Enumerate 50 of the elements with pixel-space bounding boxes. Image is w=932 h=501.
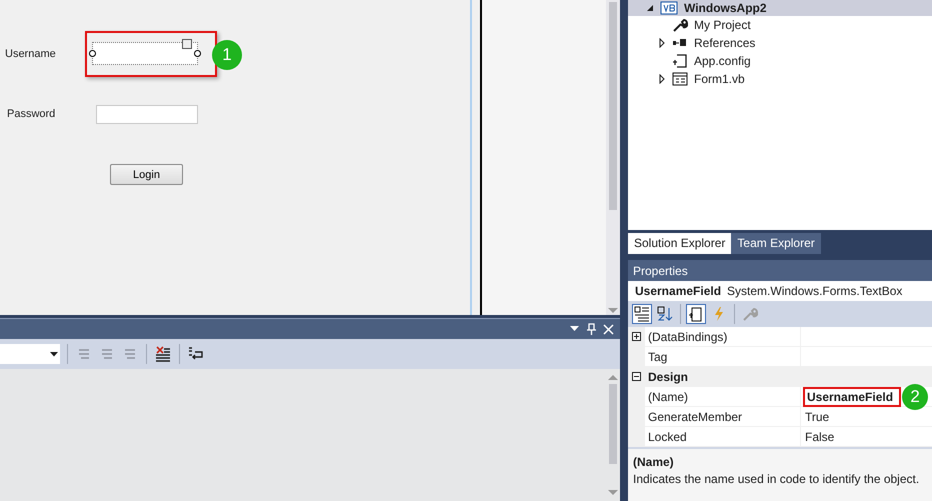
field-label: Username (5, 48, 56, 60)
login-button[interactable]: Login (110, 164, 183, 185)
expander-icon[interactable] (658, 74, 666, 84)
property-name[interactable]: Tag (645, 347, 801, 366)
panel-tab[interactable]: Team Explorer (731, 233, 821, 254)
property-name[interactable]: (DataBindings) (645, 327, 801, 346)
tree-item[interactable]: References (628, 34, 932, 52)
field-label: Password (7, 108, 56, 120)
property-value[interactable]: False (803, 428, 836, 444)
object-name: UsernameField (635, 284, 722, 298)
word-wrap-icon[interactable] (187, 346, 205, 362)
clear-all-icon[interactable] (154, 346, 172, 362)
scrollbar[interactable] (606, 0, 620, 315)
property-value[interactable]: True (803, 408, 832, 424)
list-icon (634, 306, 650, 322)
tree-item[interactable]: WindowsApp2 (628, 0, 932, 16)
resize-handle[interactable] (194, 50, 201, 57)
sort-icon (657, 306, 673, 322)
categorized-button[interactable] (632, 304, 652, 324)
properties-button[interactable] (686, 304, 706, 324)
dropdown-icon[interactable] (570, 326, 579, 332)
tree-item[interactable]: My Project (628, 16, 932, 34)
description-title: (Name) (633, 455, 675, 469)
page-icon (688, 306, 704, 322)
callout-badge: 1 (212, 40, 242, 70)
form-file-icon (672, 72, 688, 86)
expander-icon[interactable] (632, 372, 641, 381)
description-text: Indicates the name used in code to identify the object. (633, 472, 920, 486)
callout-badge: 2 (902, 384, 928, 410)
expander-icon[interactable] (632, 332, 641, 341)
caret-icon (50, 352, 58, 356)
property-name[interactable]: GenerateMember (645, 407, 801, 426)
object-type: System.Windows.Forms.TextBox (727, 284, 902, 298)
property-name[interactable]: (Name) (645, 387, 801, 406)
property-value[interactable]: UsernameField (803, 386, 902, 406)
config-file-icon (672, 54, 688, 68)
tree-item[interactable]: Form1.vb (628, 70, 932, 88)
close-icon[interactable] (603, 324, 614, 334)
resize-handle[interactable] (89, 50, 96, 57)
wrench-icon (742, 306, 758, 322)
property-name[interactable]: Locked (645, 427, 801, 446)
text-field[interactable] (92, 42, 198, 65)
panel-tab[interactable]: Solution Explorer (628, 233, 732, 254)
panel-title: Properties (628, 260, 932, 281)
expander-icon[interactable] (658, 38, 666, 48)
smart-tag-icon[interactable] (182, 39, 192, 49)
tree-item[interactable]: App.config (628, 52, 932, 70)
pin-icon[interactable] (586, 323, 596, 335)
text-field[interactable] (96, 105, 198, 124)
wrench-icon (672, 18, 688, 32)
